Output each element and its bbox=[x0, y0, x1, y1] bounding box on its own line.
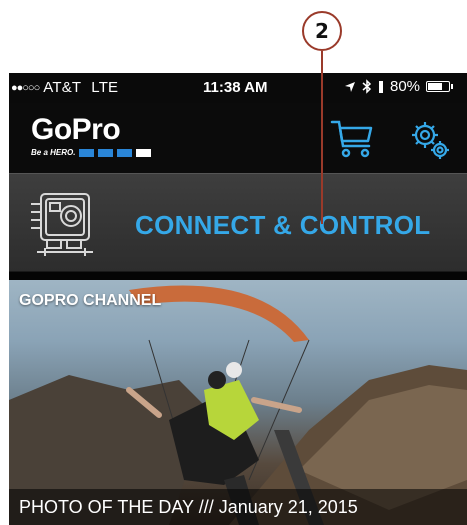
photo-caption-text: PHOTO OF THE DAY /// January 21, 2015 bbox=[19, 497, 358, 517]
battery-icon bbox=[426, 81, 454, 92]
orientation-lock-icon bbox=[379, 80, 383, 93]
logo-tagline: Be a HERO. bbox=[31, 148, 76, 157]
callout-pointer-line bbox=[321, 51, 323, 224]
carrier-name: AT&T bbox=[43, 79, 82, 96]
logo-blue-square bbox=[117, 148, 133, 157]
cart-icon[interactable] bbox=[329, 119, 375, 161]
network-type: LTE bbox=[91, 79, 119, 96]
callout-number-badge: 2 bbox=[302, 11, 342, 51]
logo-blue-square bbox=[98, 148, 114, 157]
signal-strength-icon: ●●○○○ bbox=[11, 82, 40, 94]
status-bar: ●●○○○ AT&T LTE 11:38 AM 80% bbox=[9, 73, 467, 103]
app-header: GoPro Be a HERO. bbox=[9, 103, 467, 173]
camera-icon bbox=[31, 193, 93, 256]
connect-control-button[interactable]: CONNECT & CONTROL bbox=[9, 173, 467, 272]
logo-blue-square bbox=[79, 148, 95, 157]
logo-white-square bbox=[136, 148, 152, 157]
logo-wordmark: GoPro bbox=[31, 113, 121, 146]
gopro-channel-tile[interactable]: GOPRO CHANNEL PHOTO OF THE DAY /// Janua… bbox=[9, 280, 467, 525]
connect-control-label: CONNECT & CONTROL bbox=[135, 210, 431, 240]
logo-tagline-row: Be a HERO. bbox=[31, 148, 152, 157]
app-screen: ●●○○○ AT&T LTE 11:38 AM 80% GoPro Be a HER… bbox=[9, 73, 467, 525]
carrier-info: ●●○○○ AT&T LTE bbox=[11, 79, 118, 96]
location-arrow-icon bbox=[345, 81, 355, 92]
battery-level-fill bbox=[428, 83, 443, 90]
bluetooth-icon bbox=[362, 79, 372, 94]
gear-icon[interactable] bbox=[409, 119, 451, 161]
battery-percent: 80% bbox=[390, 78, 421, 95]
gopro-logo: GoPro Be a HERO. bbox=[31, 113, 152, 157]
status-right: 80% bbox=[344, 78, 454, 95]
photo-caption-bar: PHOTO OF THE DAY /// January 21, 2015 bbox=[9, 489, 467, 525]
channel-title: GOPRO CHANNEL bbox=[19, 292, 162, 309]
section-divider bbox=[9, 272, 467, 280]
status-time: 11:38 AM bbox=[203, 79, 268, 96]
